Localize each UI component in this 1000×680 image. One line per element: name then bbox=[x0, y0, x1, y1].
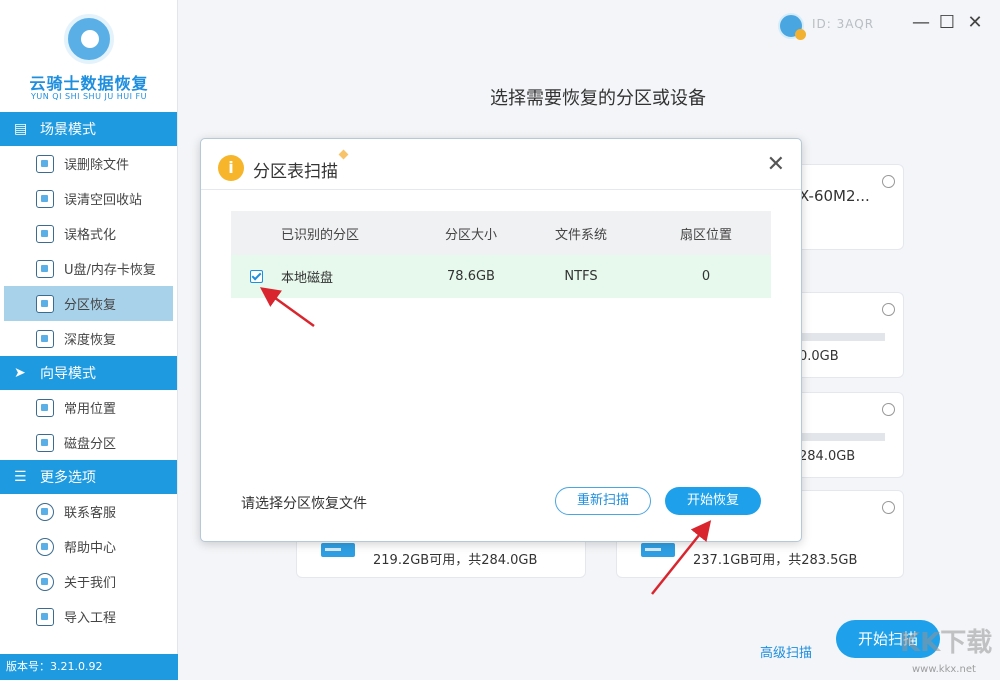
sidebar-item-help-center[interactable]: 帮助中心 bbox=[0, 529, 177, 564]
column-header: 文件系统 bbox=[521, 224, 641, 243]
disk-icon bbox=[36, 434, 54, 452]
sidebar-item-label: 误清空回收站 bbox=[64, 189, 142, 208]
partition-name: 本地磁盘 bbox=[281, 267, 421, 286]
avatar[interactable] bbox=[778, 13, 804, 39]
sidebar-item-label: 分区恢复 bbox=[64, 294, 116, 313]
watermark-logo: KK下载 bbox=[900, 622, 992, 659]
hard-disk-icon bbox=[321, 543, 355, 557]
info-icon: i bbox=[218, 155, 244, 181]
sidebar-item-deep-recovery[interactable]: 深度恢复 bbox=[0, 321, 177, 356]
format-icon bbox=[36, 225, 54, 243]
partition-sector: 0 bbox=[641, 269, 771, 284]
dialog-title: 分区表扫描 bbox=[253, 157, 338, 182]
sidebar-item-format[interactable]: 误格式化 bbox=[0, 216, 177, 251]
section-title: 场景模式 bbox=[40, 119, 96, 139]
minimize-icon[interactable]: — bbox=[910, 12, 932, 34]
advanced-scan-link[interactable]: 高级扫描 bbox=[760, 642, 812, 661]
help-icon bbox=[36, 538, 54, 556]
version-label: 版本号：3.21.0.92 bbox=[0, 654, 178, 680]
close-icon[interactable]: ✕ bbox=[767, 152, 785, 177]
dialog-hint: 请选择分区恢复文件 bbox=[241, 493, 367, 513]
file-icon bbox=[36, 155, 54, 173]
sidebar-item-label: 常用位置 bbox=[64, 398, 116, 417]
section-scene-mode: ▤ 场景模式 bbox=[0, 112, 177, 146]
sidebar-item-label: 帮助中心 bbox=[64, 537, 116, 556]
table-header: 已识别的分区 分区大小 文件系统 扇区位置 bbox=[231, 211, 771, 255]
sidebar-item-label: U盘/内存卡恢复 bbox=[64, 259, 156, 278]
sidebar-item-label: 误删除文件 bbox=[64, 154, 129, 173]
page-title: 选择需要恢复的分区或设备 bbox=[490, 84, 706, 110]
device-name: X-60M2... bbox=[799, 187, 870, 205]
radio-button[interactable] bbox=[882, 403, 895, 416]
partition-disk-icon bbox=[36, 295, 54, 313]
column-header: 已识别的分区 bbox=[281, 224, 421, 243]
row-checkbox-cell[interactable] bbox=[231, 270, 281, 283]
column-header: 扇区位置 bbox=[641, 224, 771, 243]
radio-button[interactable] bbox=[882, 175, 895, 188]
device-capacity: 237.1GB可用，共283.5GB bbox=[693, 549, 857, 568]
hard-disk-icon bbox=[641, 543, 675, 557]
sidebar-item-label: 导入工程 bbox=[64, 607, 116, 626]
sidebar-item-label: 磁盘分区 bbox=[64, 433, 116, 452]
knight-logo-icon bbox=[64, 14, 114, 64]
checkbox-checked-icon[interactable] bbox=[250, 270, 263, 283]
sidebar-item-usb[interactable]: U盘/内存卡恢复 bbox=[0, 251, 177, 286]
section-more-options: ☰ 更多选项 bbox=[0, 460, 177, 494]
sparkle-icon bbox=[339, 150, 349, 160]
device-capacity: 0.0GB bbox=[799, 349, 839, 364]
windows-icon bbox=[36, 399, 54, 417]
sidebar-item-about[interactable]: 关于我们 bbox=[0, 564, 177, 599]
import-icon bbox=[36, 608, 54, 626]
title-bar: ID: 3AQR — ☐ ✕ bbox=[178, 0, 1000, 50]
rescan-button[interactable]: 重新扫描 bbox=[555, 487, 651, 515]
sidebar-item-import-project[interactable]: 导入工程 bbox=[0, 599, 177, 634]
watermark-url: www.kkx.net bbox=[912, 664, 976, 675]
signpost-icon: ➤ bbox=[14, 366, 32, 380]
capacity-bar bbox=[799, 333, 885, 341]
sidebar-item-deleted-files[interactable]: 误删除文件 bbox=[0, 146, 177, 181]
device-capacity: 284.0GB bbox=[799, 449, 855, 464]
radio-button[interactable] bbox=[882, 303, 895, 316]
start-recovery-button[interactable]: 开始恢复 bbox=[665, 487, 761, 515]
capacity-bar bbox=[799, 433, 885, 441]
dialog-header: i 分区表扫描 ✕ bbox=[201, 139, 801, 190]
app-logo: 云骑士数据恢复 YUN QI SHI SHU JU HUI FU bbox=[0, 0, 177, 112]
sidebar-item-contact-support[interactable]: 联系客服 bbox=[0, 494, 177, 529]
deep-recovery-icon bbox=[36, 330, 54, 348]
radio-button[interactable] bbox=[882, 501, 895, 514]
sidebar-item-label: 关于我们 bbox=[64, 572, 116, 591]
app-subtitle: YUN QI SHI SHU JU HUI FU bbox=[0, 92, 178, 101]
partition-filesystem: NTFS bbox=[521, 269, 641, 284]
recycle-bin-icon bbox=[36, 190, 54, 208]
menu-icon: ☰ bbox=[14, 470, 32, 484]
maximize-icon[interactable]: ☐ bbox=[936, 12, 958, 34]
sidebar: 云骑士数据恢复 YUN QI SHI SHU JU HUI FU ▤ 场景模式 … bbox=[0, 0, 178, 680]
column-header: 分区大小 bbox=[421, 224, 521, 243]
sidebar-item-partition-recovery[interactable]: 分区恢复 bbox=[4, 286, 173, 321]
section-title: 向导模式 bbox=[40, 363, 96, 383]
sidebar-item-recycle-bin[interactable]: 误清空回收站 bbox=[0, 181, 177, 216]
sidebar-item-common-locations[interactable]: 常用位置 bbox=[0, 390, 177, 425]
user-id: ID: 3AQR bbox=[812, 17, 874, 31]
sidebar-item-label: 误格式化 bbox=[64, 224, 116, 243]
section-title: 更多选项 bbox=[40, 467, 96, 487]
scene-mode-icon: ▤ bbox=[14, 122, 32, 136]
usb-drive-icon bbox=[36, 260, 54, 278]
sidebar-item-label: 深度恢复 bbox=[64, 329, 116, 348]
app-name: 云骑士数据恢复 bbox=[0, 70, 178, 94]
device-capacity: 219.2GB可用，共284.0GB bbox=[373, 549, 537, 568]
sidebar-item-disk-partition[interactable]: 磁盘分区 bbox=[0, 425, 177, 460]
partition-size: 78.6GB bbox=[421, 269, 521, 284]
partition-scan-dialog: i 分区表扫描 ✕ 已识别的分区 分区大小 文件系统 扇区位置 本地磁盘 78.… bbox=[200, 138, 802, 542]
table-row[interactable]: 本地磁盘 78.6GB NTFS 0 bbox=[231, 255, 771, 298]
close-window-icon[interactable]: ✕ bbox=[964, 12, 986, 34]
phone-icon bbox=[36, 503, 54, 521]
partition-table: 已识别的分区 分区大小 文件系统 扇区位置 本地磁盘 78.6GB NTFS 0 bbox=[231, 211, 771, 298]
sidebar-item-label: 联系客服 bbox=[64, 502, 116, 521]
section-wizard-mode: ➤ 向导模式 bbox=[0, 356, 177, 390]
info-circle-icon bbox=[36, 573, 54, 591]
